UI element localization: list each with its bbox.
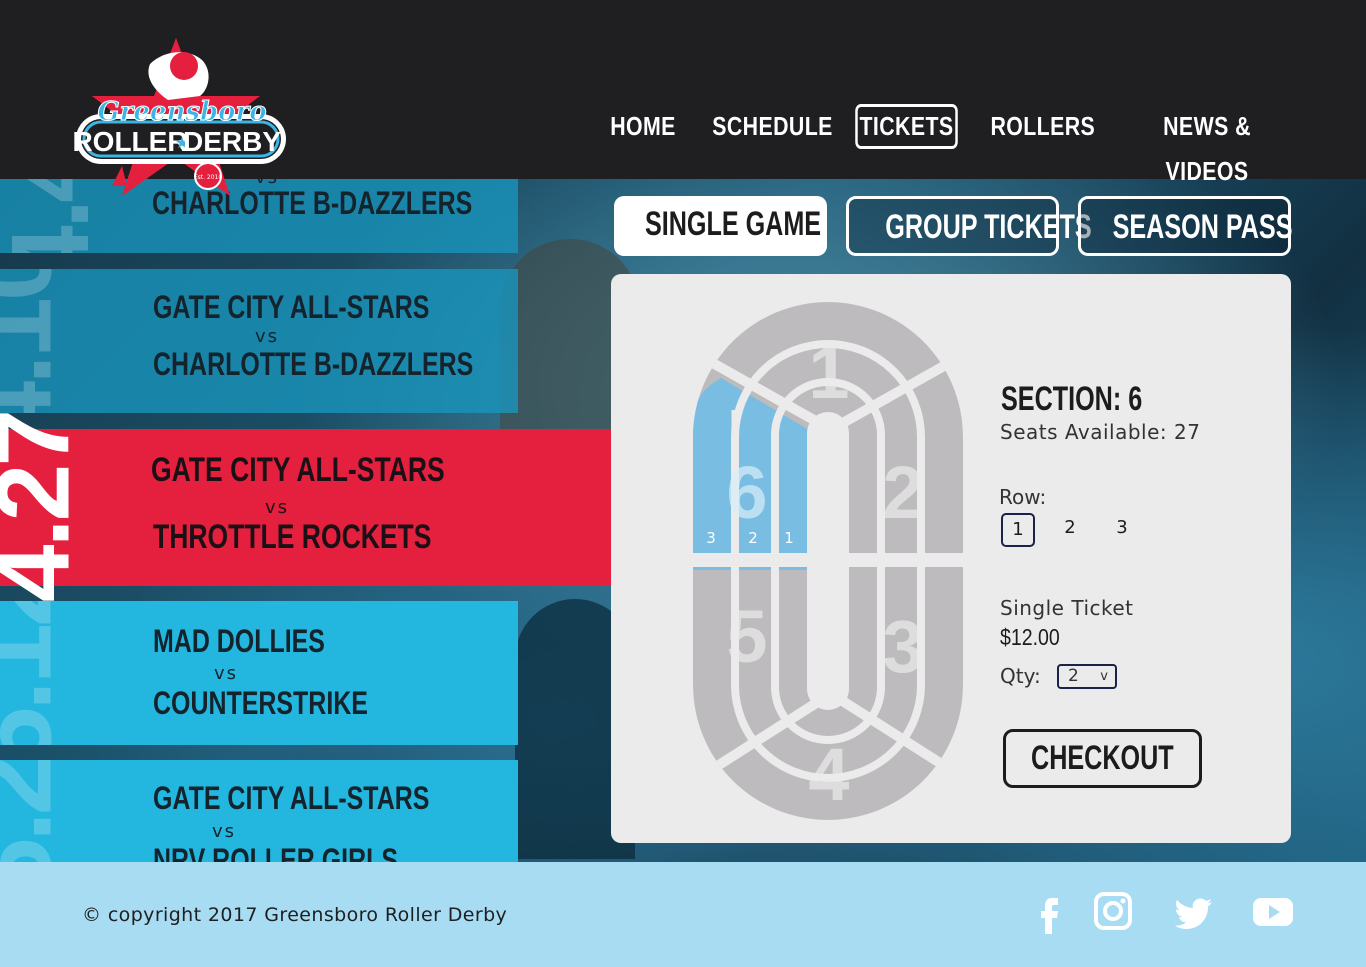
section-5-label[interactable]: 5 [726,595,767,678]
track-seating-map: 1 2 3 4 5 6 3 2 1 [693,302,963,820]
event-vs: vs [265,497,290,518]
event-date: 5.12 [0,601,75,745]
event-team-1: GATE CITY ALL-STARS [151,451,445,489]
copyright-text: © copyright 2017 Greensboro Roller Derby [82,904,508,926]
logo-est-badge: Est. 2010 [194,174,223,181]
event-vs: vs [214,663,239,684]
event-vs: vs [255,326,280,347]
nav-tickets[interactable]: TICKETS [855,104,958,149]
twitter-icon[interactable] [1172,890,1218,936]
greensboro-roller-derby-logo[interactable]: Greensboro ROLLER ★ DERBY Est. 2010 [72,36,292,224]
event-item[interactable]: 5.20 GATE CITY ALL-STARS vs NRV ROLLER G… [0,760,518,862]
checkout-button[interactable]: CHECKOUT [1003,729,1202,788]
nav-rollers[interactable]: ROLLERS [990,104,1094,149]
section-4-label[interactable]: 4 [808,733,849,816]
event-team-2: COUNTERSTRIKE [153,685,368,721]
row-option-2[interactable]: 2 [1053,513,1087,547]
qty-label: Qty: [1000,664,1041,688]
event-team-2: NRV ROLLER GIRLS [153,842,398,862]
row-option-3[interactable]: 3 [1105,513,1139,547]
site-footer: © copyright 2017 Greensboro Roller Derby [0,862,1366,967]
tab-season-pass[interactable]: SEASON PASS [1078,196,1293,256]
facebook-icon[interactable] [1026,890,1072,936]
youtube-icon[interactable] [1250,890,1296,936]
event-team-1: MAD DOLLIES [153,623,325,659]
section-6-label[interactable]: 6 [726,451,767,534]
logo-script-text: Greensboro [97,97,266,127]
event-date: 4.27 [0,411,92,603]
row-3-label: 3 [706,529,716,547]
event-item[interactable]: 5.12 MAD DOLLIES vs COUNTERSTRIKE [0,601,518,745]
nav-schedule[interactable]: SCHEDULE [712,104,832,149]
seats-available: Seats Available: 27 [1000,420,1201,444]
event-date: 5.20 [0,760,75,862]
event-date: 4.10 [0,269,75,413]
event-item[interactable]: 4.10 GATE CITY ALL-STARS vs CHARLOTTE B-… [0,269,518,413]
ticket-panel: 1 2 3 4 5 6 3 2 1 SECTION: 6 Seats Avail… [611,274,1291,843]
qty-value: 2 [1068,666,1079,686]
chevron-down-icon: v [1100,669,1108,684]
event-team-1: GATE CITY ALL-STARS [153,289,430,325]
row-label: Row: [999,485,1047,509]
section-3-label[interactable]: 3 [882,605,923,688]
tab-single-game[interactable]: SINGLE GAME [614,196,827,256]
nav-news-videos[interactable]: NEWS & VIDEOS [1127,104,1286,186]
row-2-label: 2 [748,529,758,547]
row-option-1[interactable]: 1 [1001,513,1035,547]
event-team-1: GATE CITY ALL-STARS [153,780,430,816]
event-vs: vs [212,821,237,842]
section-1-label[interactable]: 1 [808,331,849,414]
nav-home[interactable]: HOME [608,104,679,149]
section-title: SECTION: 6 [1001,380,1143,418]
event-item-selected[interactable]: 4.27 GATE CITY ALL-STARS vs THROTTLE ROC… [0,412,680,602]
section-2-label[interactable]: 2 [882,451,923,534]
tab-group-tickets[interactable]: GROUP TICKETS [846,196,1092,256]
ticket-type-label: Single Ticket [1000,596,1134,620]
logo-roller-text: ROLLER [72,126,187,157]
qty-select[interactable]: 2 v [1057,664,1117,689]
instagram-icon[interactable] [1090,890,1136,936]
event-team-2: CHARLOTTE B-DAZZLERS [153,346,474,382]
logo-derby-text: DERBY [183,126,281,157]
ticket-price: $12.00 [1000,624,1060,650]
event-team-2: THROTTLE ROCKETS [153,518,432,556]
row-1-label: 1 [784,529,794,547]
